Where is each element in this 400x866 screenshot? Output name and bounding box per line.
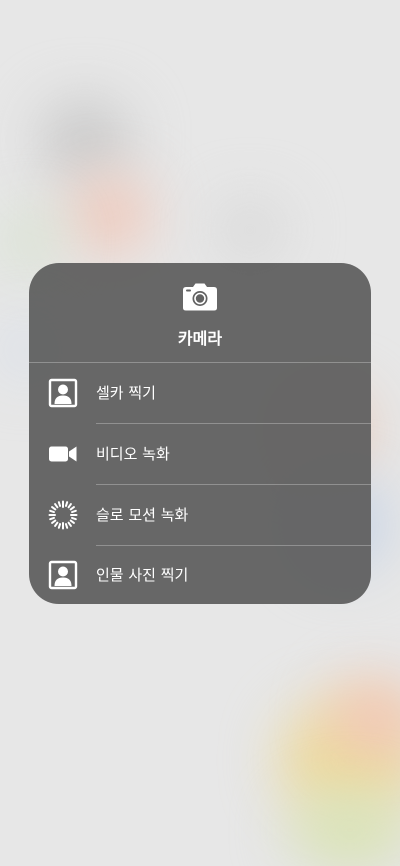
slow-motion-tick [64, 501, 69, 507]
slow-motion-tick [54, 521, 59, 527]
slow-motion-tick [71, 516, 77, 521]
menu-item-record-slow-motion[interactable]: 슬로 모션 녹화 [29, 485, 371, 545]
slow-motion-icon [48, 500, 78, 530]
camera-icon [183, 283, 217, 311]
slow-motion-tick [57, 523, 62, 529]
menu-item-label: 비디오 녹화 [96, 445, 170, 463]
portrait-frame-icon [48, 560, 78, 590]
camera-quick-actions-menu: 카메라 셀카 찍기 비디오 녹화 슬로 모션 녹화 인물 사진 찍기 [29, 263, 371, 604]
menu-item-selfie[interactable]: 셀카 찍기 [29, 363, 371, 423]
menu-item-portrait-photo[interactable]: 인물 사진 찍기 [29, 545, 371, 604]
slow-motion-tick [71, 509, 77, 514]
slow-motion-tick [57, 501, 62, 507]
menu-item-label: 슬로 모션 녹화 [96, 506, 189, 524]
portrait-frame-icon [48, 378, 78, 408]
slow-motion-tick [67, 521, 72, 527]
slow-motion-tick [69, 506, 75, 511]
menu-item-label: 셀카 찍기 [96, 384, 156, 402]
slow-motion-tick [51, 506, 57, 511]
menu-title: 카메라 [177, 329, 223, 348]
slow-motion-tick [64, 523, 69, 529]
video-camera-icon [49, 446, 77, 462]
slow-motion-tick [51, 519, 57, 524]
slow-motion-tick [54, 503, 59, 509]
menu-header: 카메라 [29, 263, 371, 362]
menu-item-label: 인물 사진 찍기 [96, 566, 189, 584]
slow-motion-tick [49, 509, 55, 514]
menu-item-record-video[interactable]: 비디오 녹화 [29, 424, 371, 484]
slow-motion-tick [69, 519, 75, 524]
slow-motion-tick [49, 516, 55, 521]
slow-motion-tick [67, 503, 72, 509]
